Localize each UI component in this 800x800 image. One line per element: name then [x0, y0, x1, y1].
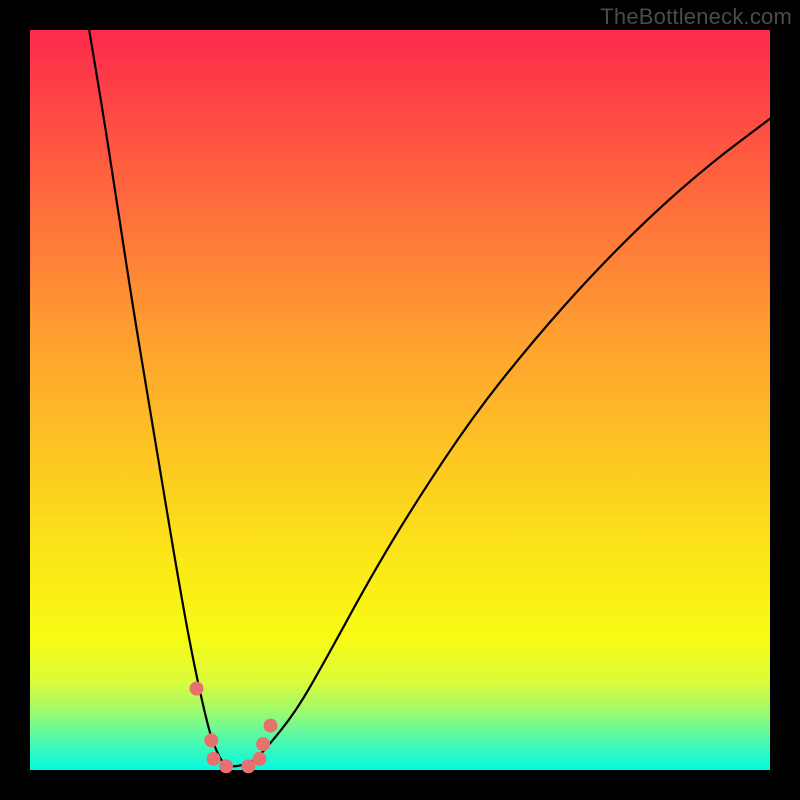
data-point-p7 — [256, 737, 270, 751]
watermark-text: TheBottleneck.com — [600, 4, 792, 30]
data-point-p4 — [219, 759, 233, 773]
curve-layer — [30, 30, 770, 770]
data-point-p2 — [204, 733, 218, 747]
data-point-p3 — [207, 752, 221, 766]
data-point-p6 — [252, 752, 266, 766]
bottleneck-curve — [89, 30, 770, 766]
data-point-p1 — [190, 682, 204, 696]
data-point-p8 — [264, 719, 278, 733]
chart-frame: TheBottleneck.com — [0, 0, 800, 800]
plot-area — [30, 30, 770, 770]
